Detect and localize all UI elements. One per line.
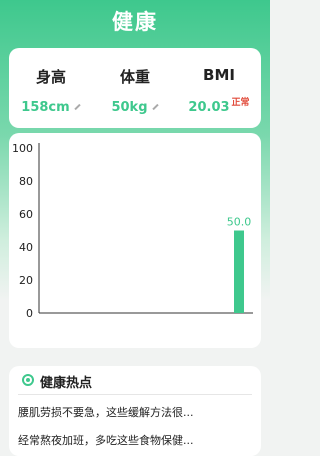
pencil-icon[interactable] [74,103,81,110]
target-icon [22,374,34,386]
page-title: 健康 [112,10,158,34]
weight-value: 50kg [111,100,148,115]
y-tick-label: 0 [26,307,33,320]
weight-value-button[interactable]: 50kg [93,100,177,115]
data-label: 50.0 [227,216,252,229]
height-metric: 身高 158cm [9,48,93,128]
y-tick-label: 20 [19,274,33,287]
news-card: 健康热点 腰肌劳损不要急，这些缓解方法很... 经常熬夜加班，多吃这些食物保健.… [9,366,261,456]
bmi-value: 20.03 [188,100,230,115]
y-tick-label: 80 [19,175,33,188]
bmi-label: BMI [203,66,235,84]
chart-card: 100 80 60 40 20 0 50.0 [9,133,261,348]
bar [234,230,244,313]
y-tick-label: 40 [19,241,33,254]
height-value-button[interactable]: 158cm [9,100,93,115]
weight-metric: 体重 50kg [93,48,177,128]
news-title: 健康热点 [40,376,93,391]
y-tick-label: 100 [12,142,33,155]
height-value: 158cm [21,100,70,115]
bmi-value-wrap: 20.03 正常 [177,98,261,115]
bmi-chart: 100 80 60 40 20 0 50.0 [12,142,253,320]
pencil-icon[interactable] [151,103,159,110]
news-item[interactable]: 腰肌劳损不要急，这些缓解方法很... [18,404,194,420]
bmi-status-badge: 正常 [231,98,250,108]
news-item[interactable]: 经常熬夜加班，多吃这些食物保健... [18,432,194,448]
y-tick-label: 60 [19,208,33,221]
weight-label: 体重 [119,68,150,86]
height-label: 身高 [35,68,66,86]
bmi-metric: BMI 20.03 正常 [177,48,261,128]
metrics-card: 身高 158cm 体重 50kg BMI 20.03 正常 [9,48,261,128]
divider [18,394,252,395]
